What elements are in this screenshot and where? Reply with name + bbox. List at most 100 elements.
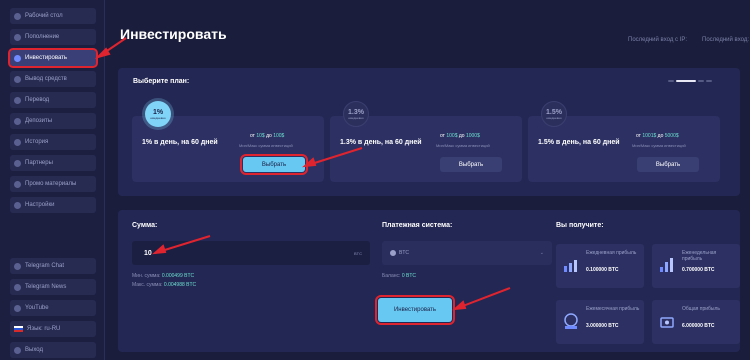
sidebar-item-label: Вывод средств (25, 76, 67, 82)
pager-dot[interactable] (698, 80, 704, 82)
plan-name-2: 1.3% в день, на 60 дней (340, 139, 422, 146)
range-max: 1000$ (465, 133, 480, 139)
sidebar-item-label: Инвестировать (25, 55, 68, 61)
sidebar-item-label: Выход (25, 347, 43, 353)
monthly-profit-icon (564, 313, 578, 329)
range-min: 10$ (256, 133, 265, 139)
plan-badge-sub: ежедневно (546, 115, 562, 120)
plan-name-3: 1.5% в день, на 60 дней (538, 139, 620, 146)
range-min: 100$ (446, 133, 458, 139)
sidebar-item-label: YouTube (25, 305, 49, 311)
amount-label: Сумма: (132, 222, 158, 229)
balance-label: Баланс: (382, 273, 401, 279)
sidebar-item-deposit[interactable]: Пополнение (10, 29, 96, 45)
stat-label: Еженедельная прибыль (682, 250, 717, 262)
invest-button[interactable]: Инвестировать (375, 295, 455, 325)
invest-form-panel (118, 210, 740, 352)
plan-badge-value: 1.3% (348, 108, 364, 116)
bitcoin-icon (390, 250, 396, 256)
pager-dot-active[interactable] (676, 80, 696, 82)
plan-select-button-2[interactable]: Выбрать (440, 157, 502, 172)
sidebar-item-transfer[interactable]: Перевод (10, 92, 96, 108)
sidebar-item-promo[interactable]: Промо материалы (10, 176, 96, 192)
receive-label: Вы получите: (556, 222, 604, 229)
sidebar-item-label: Telegram News (25, 284, 67, 290)
stat-total: Общая прибыль 6.000000 BTC (652, 300, 740, 344)
chevron-down-icon: ⌄ (539, 250, 544, 256)
plan-badge-value: 1% (152, 108, 164, 116)
wallet-icon (14, 33, 21, 41)
amount-min: Мин. сумма: 0.000499 BTC (132, 273, 194, 279)
plan-select-button-1[interactable]: Выбрать (240, 154, 308, 175)
range-mid: до (458, 133, 465, 139)
amount-min-label: Мин. сумма: (132, 273, 161, 279)
plan-name-1: 1% в день, на 60 дней (142, 139, 218, 146)
sidebar-item-history[interactable]: История (10, 134, 96, 150)
range-mid: до (657, 133, 664, 139)
stat-label: Ежемесячная прибыль (586, 306, 640, 312)
stat-label: Ежедневная прибыль (586, 250, 637, 256)
plan-badge-1: 1% ежедневно (145, 101, 171, 127)
amount-max-label: Макс. сумма: (132, 282, 163, 288)
stat-monthly: Ежемесячная прибыль 3.000000 BTC (556, 300, 644, 344)
plan-badge-value: 1.5% (546, 108, 562, 116)
plan-badge-2: 1.3% ежедневно (343, 101, 369, 127)
plan-minmax-3: Мин/Макс сумма инвестиций (632, 143, 686, 148)
stat-label: Общая прибыль (682, 306, 721, 312)
flag-ru-icon (14, 326, 23, 332)
pager-dot[interactable] (706, 80, 712, 82)
sidebar-item-deposits[interactable]: Депозиты (10, 113, 96, 129)
sidebar-item-label: Настройки (25, 202, 55, 208)
withdraw-icon (14, 75, 21, 83)
settings-icon (14, 201, 21, 209)
plan-select-button-3[interactable]: Выбрать (637, 157, 699, 172)
last-login: Последний вход: (702, 37, 750, 43)
plan-badge-sub: ежедневно (150, 115, 166, 120)
sidebar: Рабочий стол Пополнение Инвестировать Вы… (0, 0, 105, 360)
amount-max-value: 0.004988 BTC (163, 282, 197, 288)
sidebar-item-dashboard[interactable]: Рабочий стол (10, 8, 96, 24)
payment-balance: Баланс: 0 BTC (382, 273, 416, 279)
sidebar-item-logout[interactable]: Выход (10, 342, 96, 358)
sidebar-item-telegram-news[interactable]: Telegram News (10, 279, 96, 295)
sidebar-item-youtube[interactable]: YouTube (10, 300, 96, 316)
plan-range-1: от 10$ до 100$ (250, 133, 284, 139)
sidebar-item-partners[interactable]: Партнеры (10, 155, 96, 171)
sidebar-item-label: Партнеры (25, 160, 53, 166)
plan-minmax-2: Мин/Макс сумма инвестиций (436, 143, 490, 148)
plan-minmax-1: Мин/Макс сумма инвестиций (239, 143, 293, 148)
sidebar-item-telegram-chat[interactable]: Telegram Chat (10, 258, 96, 274)
range-prefix: от (636, 133, 641, 139)
transfer-icon (14, 96, 21, 104)
deposits-icon (14, 117, 21, 125)
last-login-ip: Последний вход с IP: (628, 37, 688, 43)
pager-dot[interactable] (668, 80, 674, 82)
range-min: 1001$ (642, 133, 657, 139)
stat-daily: Ежедневная прибыль 0.100000 BTC (556, 244, 644, 288)
payment-select[interactable]: BTC ⌄ (382, 241, 552, 265)
stat-value: 3.000000 BTC (586, 323, 619, 329)
sidebar-item-label: Промо материалы (25, 181, 77, 187)
sidebar-item-label: Перевод (25, 97, 50, 103)
sidebar-item-invest[interactable]: Инвестировать (8, 48, 98, 68)
amount-value: 10 (144, 249, 152, 257)
plans-pager[interactable] (668, 80, 728, 82)
range-prefix: от (250, 133, 255, 139)
balance-value: 0 BTC (401, 273, 416, 279)
plan-range-2: от 100$ до 1000$ (440, 133, 480, 139)
telegram-icon (14, 283, 21, 291)
plan-badge-3: 1.5% ежедневно (541, 101, 567, 127)
promo-icon (14, 180, 21, 188)
payment-value: BTC (399, 250, 409, 256)
sidebar-item-label: Депозиты (25, 118, 53, 124)
sidebar-item-withdraw[interactable]: Вывод средств (10, 71, 96, 87)
logout-icon (14, 346, 21, 354)
amount-input[interactable]: 10 BTC (132, 241, 370, 265)
amount-min-value: 0.000499 BTC (161, 273, 195, 279)
plan-badge-sub: ежедневно (348, 115, 364, 120)
invest-icon (14, 54, 21, 62)
plans-label: Выберите план: (133, 78, 190, 85)
sidebar-item-settings[interactable]: Настройки (10, 197, 96, 213)
sidebar-item-language[interactable]: Язык: ru-RU (10, 321, 96, 337)
sidebar-item-label: Telegram Chat (25, 263, 65, 269)
